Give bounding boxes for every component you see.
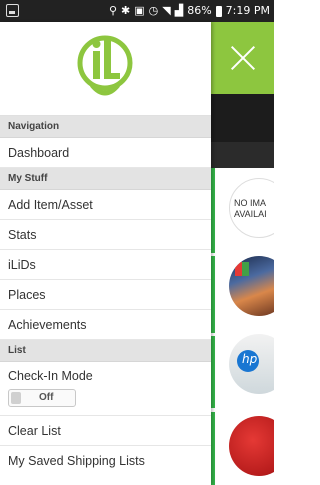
section-header-list: List xyxy=(0,340,211,362)
navigation-drawer: Navigation Dashboard My Stuff Add Item/A… xyxy=(0,22,211,485)
item-thumbnail[interactable] xyxy=(229,416,274,476)
nav-item-dashboard[interactable]: Dashboard xyxy=(0,138,211,168)
toggle-state-label: Off xyxy=(39,392,54,403)
battery-icon xyxy=(215,5,222,17)
check-in-mode-toggle[interactable]: Off xyxy=(8,389,76,407)
clock: 7:19 PM xyxy=(225,4,270,17)
il-logo xyxy=(77,35,133,96)
background-app: NO IMA AVAILAI xyxy=(211,22,274,485)
no-image-thumbnail[interactable]: NO IMA AVAILAI xyxy=(229,178,274,238)
nav-item-ilids[interactable]: iLiDs xyxy=(0,250,211,280)
nav-item-places[interactable]: Places xyxy=(0,280,211,310)
no-image-text: NO IMA xyxy=(234,198,267,208)
close-icon[interactable] xyxy=(229,44,257,72)
status-bar: ⚲ ✱ ▣ ◷ ◥ ▟ 86% 7:19 PM xyxy=(0,0,274,22)
nav-item-my-saved-shipping-lists[interactable]: My Saved Shipping Lists xyxy=(0,446,211,470)
alarm-icon: ◷ xyxy=(148,4,159,17)
row-accent xyxy=(211,168,215,253)
nav-item-clear-list[interactable]: Clear List xyxy=(0,416,211,446)
signal-icon: ▟ xyxy=(174,4,184,17)
wifi-icon: ◥ xyxy=(162,4,171,17)
status-icons: ⚲ ✱ ▣ ◷ ◥ ▟ 86% 7:19 PM xyxy=(109,3,270,19)
item-thumbnail[interactable] xyxy=(229,334,274,394)
battery-text: 86% xyxy=(187,4,212,17)
section-header-navigation: Navigation xyxy=(0,116,211,138)
section-header-my-stuff: My Stuff xyxy=(0,168,211,190)
item-list: NO IMA AVAILAI xyxy=(211,168,274,485)
app-header xyxy=(211,22,274,94)
nav-item-check-in-mode[interactable]: Check-In Mode Off xyxy=(0,362,211,416)
check-in-mode-label: Check-In Mode xyxy=(8,369,93,383)
location-icon: ⚲ xyxy=(108,4,118,17)
no-image-text: AVAILAI xyxy=(234,209,267,219)
nfc-icon: ▣ xyxy=(134,4,145,17)
row-accent xyxy=(211,412,215,485)
row-accent xyxy=(211,256,215,333)
nav-item-stats[interactable]: Stats xyxy=(0,220,211,250)
nav-item-achievements[interactable]: Achievements xyxy=(0,310,211,340)
item-thumbnail[interactable] xyxy=(229,256,274,316)
image-notification-icon xyxy=(6,4,19,17)
app-toolbar xyxy=(211,94,274,142)
drawer-header xyxy=(0,22,211,116)
bluetooth-icon: ✱ xyxy=(121,4,131,17)
row-accent xyxy=(211,336,215,408)
nav-item-add-item-asset[interactable]: Add Item/Asset xyxy=(0,190,211,220)
